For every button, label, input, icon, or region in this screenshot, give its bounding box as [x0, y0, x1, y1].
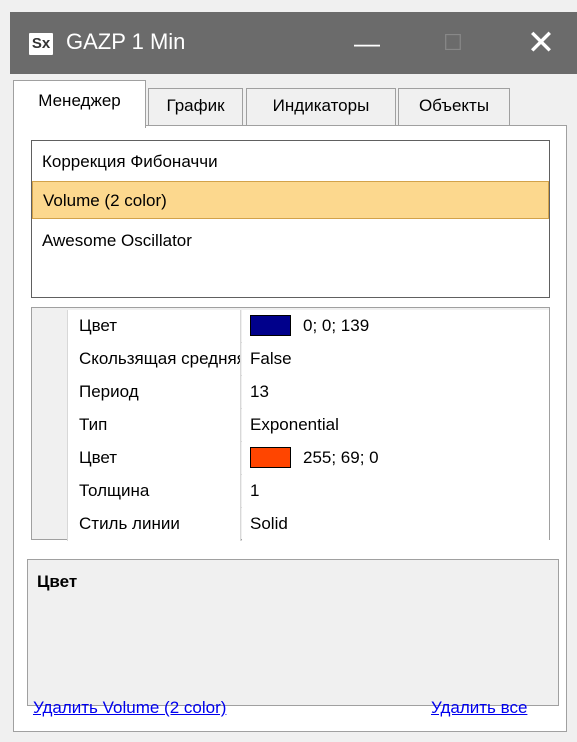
property-value[interactable]: False: [242, 343, 549, 376]
property-description: Цвет: [27, 559, 559, 706]
maximize-button[interactable]: ☐: [422, 12, 484, 74]
tab-content: Коррекция Фибоначчи Volume (2 color) Awe…: [13, 125, 567, 732]
close-button[interactable]: ✕: [510, 12, 572, 74]
property-row[interactable]: Толщина 1: [67, 475, 549, 508]
property-row[interactable]: Цвет 255; 69; 0: [67, 442, 549, 475]
tab-indicators[interactable]: Индикаторы: [246, 88, 396, 126]
property-name: Цвет: [67, 442, 241, 475]
description-title: Цвет: [37, 572, 78, 591]
property-row[interactable]: Стиль линии Solid: [67, 508, 549, 541]
property-value[interactable]: 13: [242, 376, 549, 409]
property-name: Цвет: [67, 310, 241, 343]
list-item-selected[interactable]: Volume (2 color): [32, 181, 549, 219]
action-links: Удалить Volume (2 color) Удалить все: [0, 698, 577, 728]
property-value[interactable]: 0; 0; 139: [242, 310, 549, 343]
property-name: Тип: [67, 409, 241, 442]
tab-chart[interactable]: График: [148, 88, 243, 126]
property-value[interactable]: 1: [242, 475, 549, 508]
property-name: Толщина: [67, 475, 241, 508]
property-name: Скользящая средняя: [67, 343, 241, 376]
title-bar[interactable]: Sx GAZP 1 Min — ☐ ✕: [10, 12, 577, 74]
tab-manager[interactable]: Менеджер: [13, 80, 146, 128]
property-name: Стиль линии: [67, 508, 241, 541]
tab-objects[interactable]: Объекты: [398, 88, 510, 126]
property-name: Период: [67, 376, 241, 409]
property-row[interactable]: Цвет 0; 0; 139: [67, 310, 549, 343]
list-item[interactable]: Awesome Oscillator: [32, 222, 549, 260]
property-row[interactable]: Период 13: [67, 376, 549, 409]
minimize-button[interactable]: —: [336, 12, 398, 74]
property-value[interactable]: 255; 69; 0: [242, 442, 549, 475]
indicator-manager-window: Sx GAZP 1 Min — ☐ ✕ Менеджер График Инди…: [0, 0, 577, 742]
remove-all-link[interactable]: Удалить все: [431, 698, 527, 718]
property-value-text: 0; 0; 139: [303, 316, 370, 335]
property-value[interactable]: Solid: [242, 508, 549, 541]
property-grid: Цвет 0; 0; 139 Скользящая средняя False …: [31, 307, 550, 541]
property-row[interactable]: Тип Exponential: [67, 409, 549, 442]
color-swatch: [250, 314, 291, 336]
color-swatch: [250, 446, 291, 468]
property-value[interactable]: Exponential: [242, 409, 549, 442]
indicator-list[interactable]: Коррекция Фибоначчи Volume (2 color) Awe…: [31, 140, 550, 298]
property-value-text: 255; 69; 0: [303, 448, 379, 467]
window-title: GAZP 1 Min: [66, 29, 186, 54]
tab-strip: Менеджер График Индикаторы Объекты: [10, 80, 577, 128]
app-logo-icon: Sx: [29, 33, 53, 55]
property-row[interactable]: Скользящая средняя False: [67, 343, 549, 376]
remove-indicator-link[interactable]: Удалить Volume (2 color): [33, 698, 226, 718]
list-item[interactable]: Коррекция Фибоначчи: [32, 143, 549, 181]
